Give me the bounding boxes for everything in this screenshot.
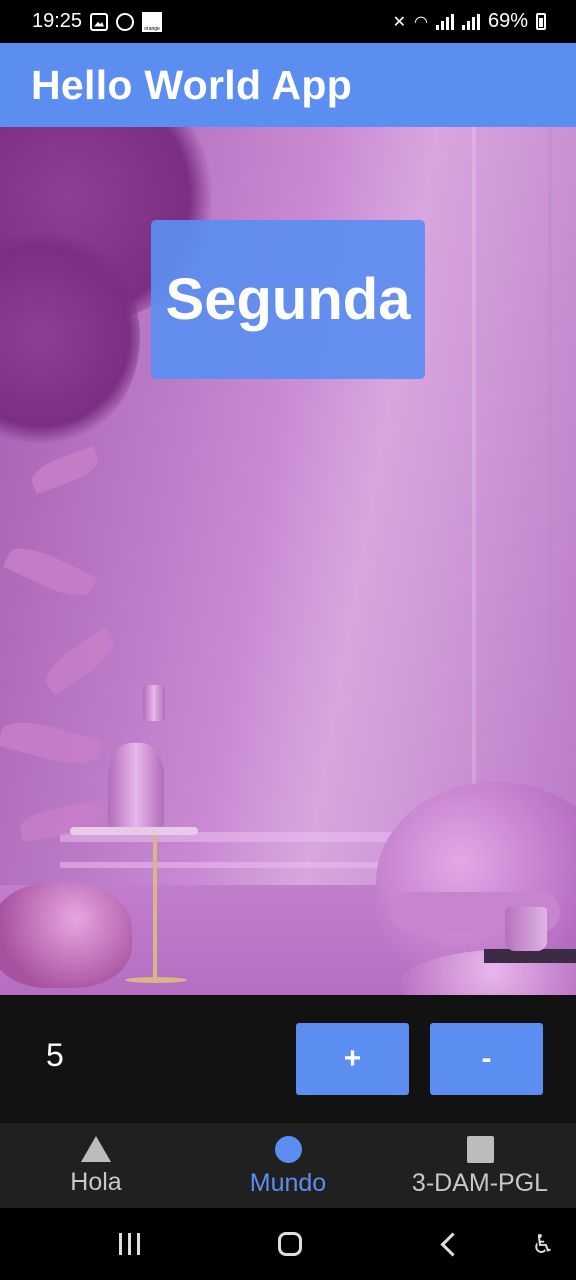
nav-label-mundo: Mundo <box>249 1169 327 1197</box>
system-navigation-bar: ♿ <box>0 1208 576 1280</box>
side-table-leg <box>153 835 157 983</box>
wall-panel <box>548 127 576 787</box>
lily-leaf <box>2 539 98 605</box>
increment-button[interactable]: + <box>296 1023 409 1095</box>
nav-label-3-dam-pgl: 3-DAM-PGL <box>411 1169 549 1197</box>
status-bar: 19:25 orange ✕ ◠ 69% <box>0 0 576 43</box>
plant-pot <box>0 882 132 988</box>
gallery-notification-icon <box>90 12 109 31</box>
nav-item-mundo[interactable]: Mundo <box>192 1123 384 1208</box>
counter-value: 5 <box>46 1037 64 1073</box>
signal-2-icon <box>461 13 480 30</box>
wall-panel <box>472 127 552 787</box>
counter-bar: 5 + - <box>0 995 576 1123</box>
side-table-foot <box>125 977 187 983</box>
battery-percent: 69% <box>487 10 528 32</box>
square-icon <box>466 1136 494 1163</box>
lily-leaf <box>27 445 103 495</box>
mug <box>505 907 547 951</box>
nav-item-3-dam-pgl[interactable]: 3-DAM-PGL <box>384 1123 576 1208</box>
status-left: 19:25 orange <box>32 10 163 33</box>
back-icon[interactable] <box>443 1230 461 1258</box>
sync-notification-icon <box>116 12 135 31</box>
app-bar: Hello World App <box>0 43 576 127</box>
signal-1-icon <box>435 13 454 30</box>
nav-item-hola[interactable]: Hola <box>0 1123 192 1208</box>
lamp-shade <box>143 685 165 721</box>
app-title: Hello World App <box>31 61 353 108</box>
lily-leaf <box>0 714 103 772</box>
bottom-navigation: Hola Mundo 3-DAM-PGL <box>0 1123 576 1208</box>
decrement-button[interactable]: - <box>430 1023 543 1095</box>
triangle-icon <box>81 1136 111 1162</box>
orange-carrier-icon: orange <box>142 11 163 32</box>
book <box>484 949 576 963</box>
home-icon[interactable] <box>278 1232 302 1256</box>
lily-leaf <box>39 626 121 696</box>
circle-icon <box>274 1136 302 1163</box>
nav-label-hola: Hola <box>70 1168 122 1196</box>
vase <box>108 743 164 829</box>
segunda-button[interactable]: Segunda <box>151 220 425 379</box>
accessibility-icon[interactable]: ♿ <box>531 1229 555 1259</box>
recents-icon[interactable] <box>117 1230 141 1258</box>
side-table <box>70 827 198 835</box>
mute-icon: ✕ <box>392 13 406 31</box>
battery-icon <box>536 13 546 30</box>
status-time: 19:25 <box>32 10 83 32</box>
status-right: ✕ ◠ 69% <box>393 10 546 33</box>
wifi-icon: ◠ <box>414 13 428 31</box>
